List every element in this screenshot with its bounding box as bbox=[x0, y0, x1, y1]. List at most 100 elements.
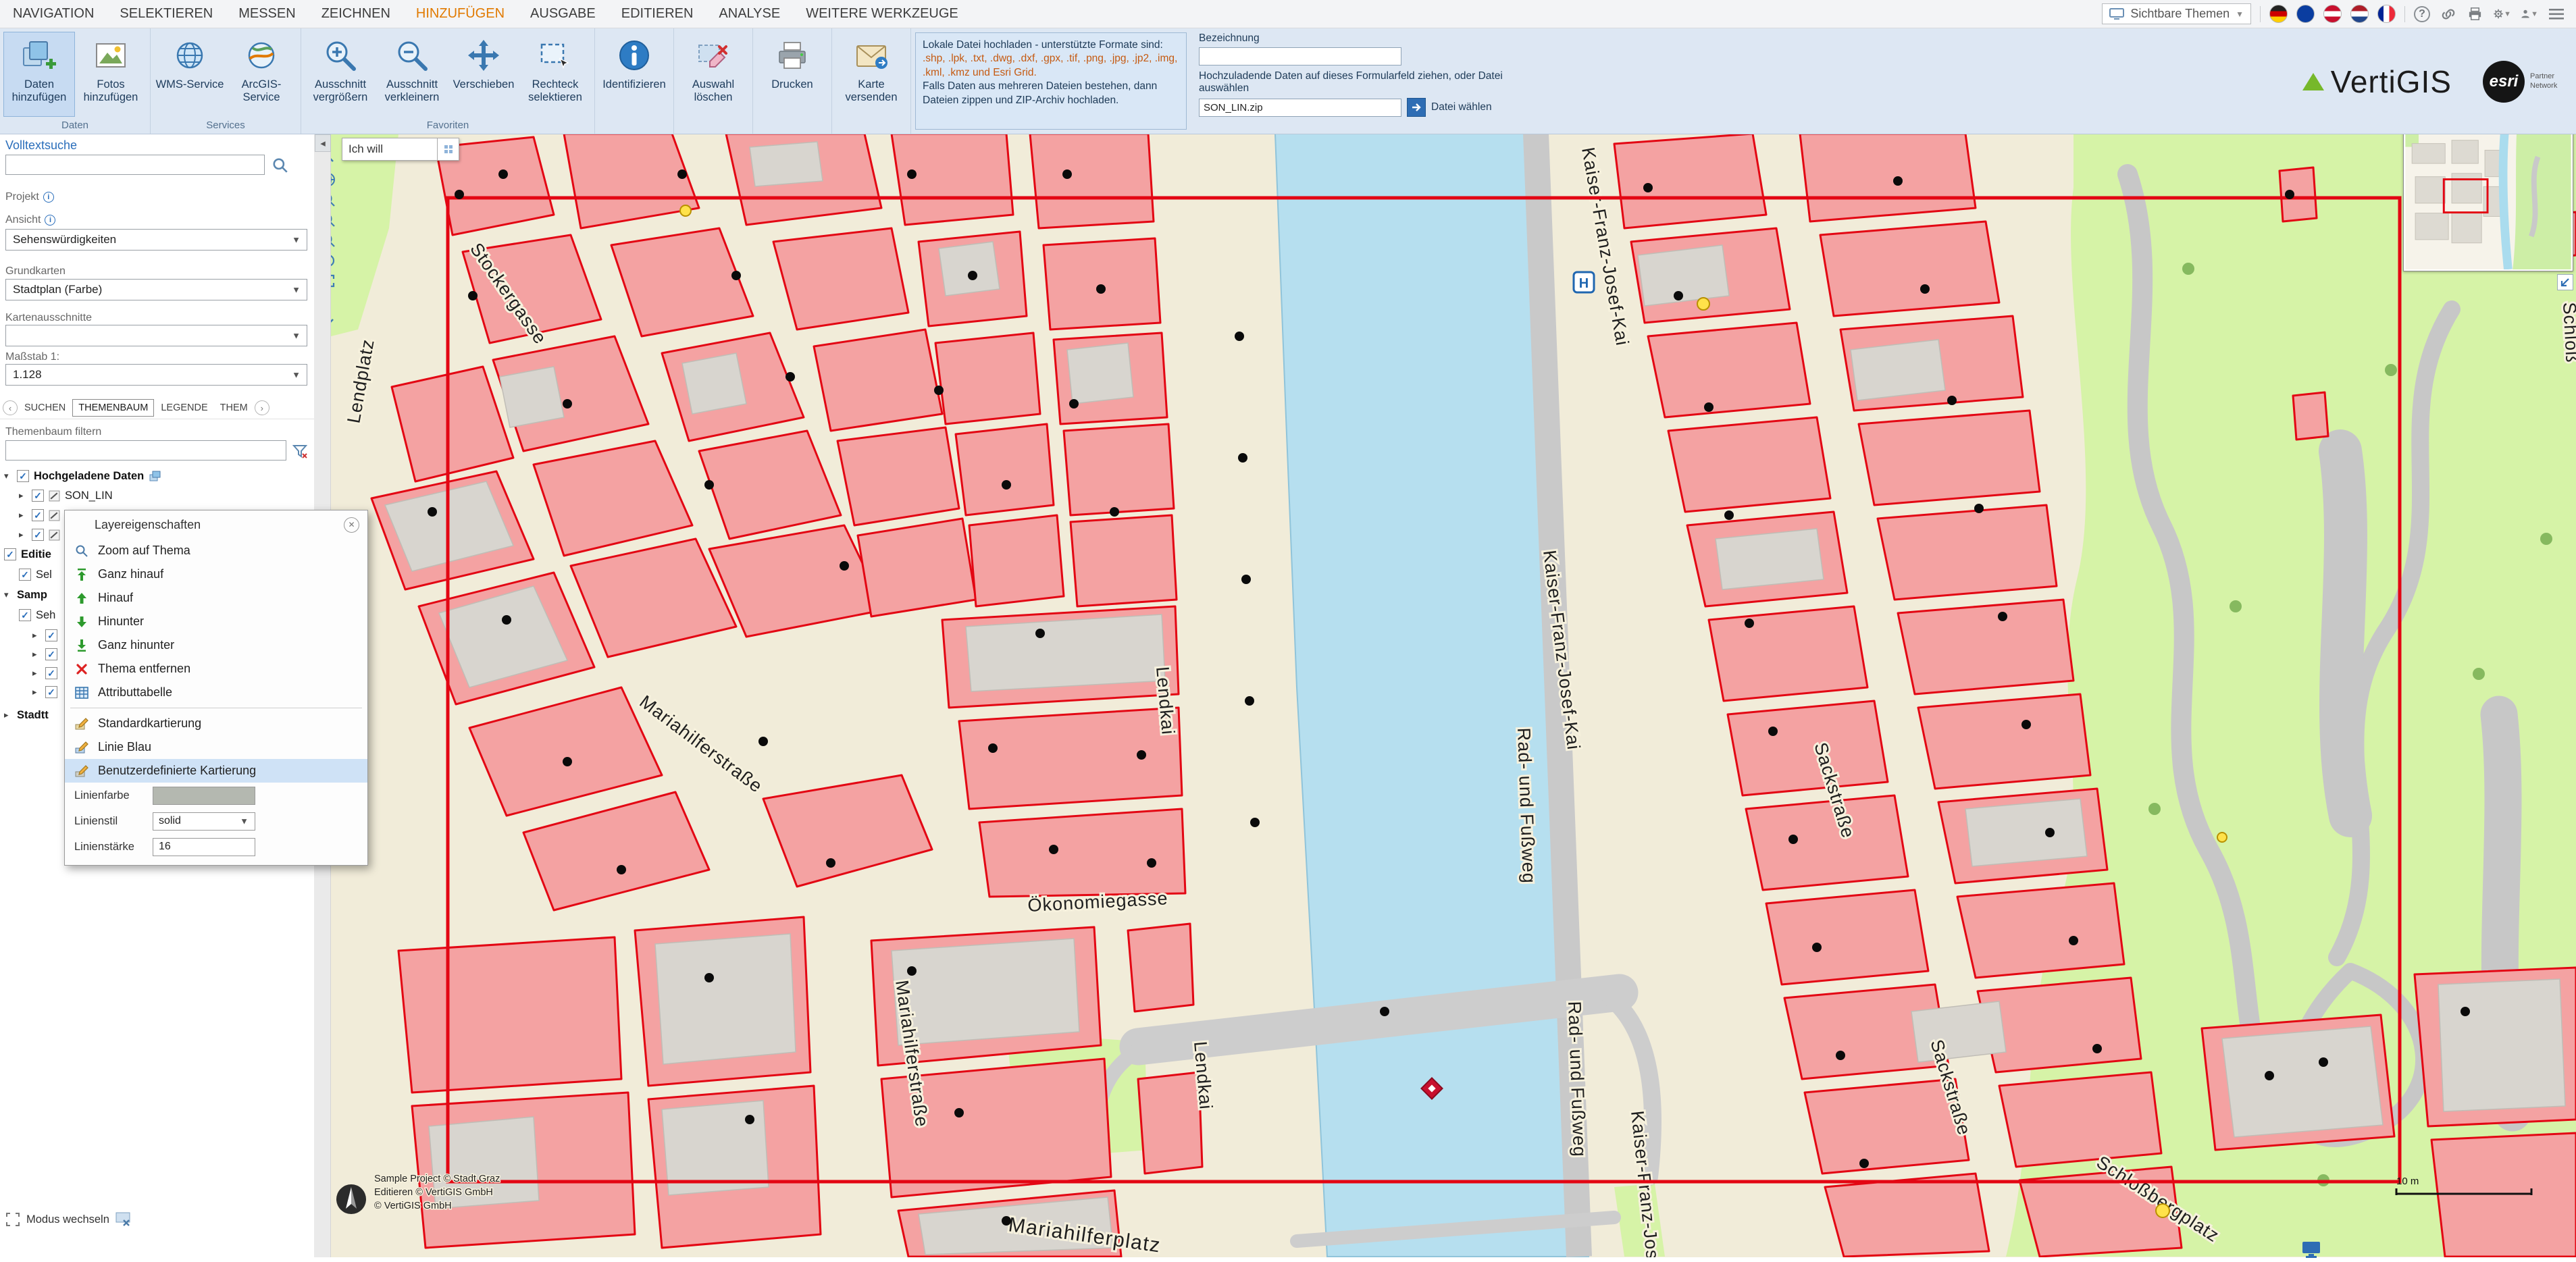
tree-caret-icon[interactable]: ▸ bbox=[19, 490, 27, 501]
tree-item[interactable]: ▸ ✓ bbox=[19, 506, 65, 524]
tree-item[interactable]: ▸ ✓ bbox=[32, 627, 62, 644]
menu-item-hinauf[interactable]: Hinauf bbox=[65, 586, 367, 610]
menu-tab-hinzufuegen[interactable]: HINZUFÜGEN bbox=[403, 6, 517, 22]
tree-item[interactable]: ✓ Seh bbox=[19, 606, 55, 624]
add-data-button[interactable]: Daten hinzufügen bbox=[3, 32, 75, 117]
tab-suchen[interactable]: SUCHEN bbox=[19, 400, 71, 416]
upload-file-button[interactable] bbox=[1407, 98, 1426, 117]
tree-item-son-lin[interactable]: ▸ ✓ SON_LIN bbox=[19, 487, 113, 504]
info-icon[interactable]: i bbox=[43, 192, 54, 203]
tree-caret-icon[interactable]: ▾ bbox=[4, 471, 12, 481]
menu-item-zoom-auf-thema[interactable]: Zoom auf Thema bbox=[65, 539, 367, 562]
menu-tab-zeichnen[interactable]: ZEICHNEN bbox=[309, 6, 403, 22]
tree-caret-icon[interactable]: ▾ bbox=[4, 589, 12, 600]
file-name-input[interactable] bbox=[1199, 99, 1401, 117]
zoom-in-extent-button[interactable]: Ausschnitt vergrößern bbox=[305, 32, 376, 117]
tree-item-hochgeladene-daten[interactable]: ▾ ✓ Hochgeladene Daten bbox=[4, 467, 162, 485]
info-icon[interactable]: i bbox=[45, 215, 55, 226]
menu-item-standardkartierung[interactable]: Standardkartierung bbox=[65, 712, 367, 735]
tree-item-editieren[interactable]: ✓ Editie bbox=[4, 546, 51, 563]
line-color-swatch[interactable] bbox=[153, 787, 255, 805]
sidebar-collapse-button[interactable]: ◂ bbox=[315, 134, 331, 152]
tab-scroll-left-button[interactable]: ‹ bbox=[3, 400, 18, 415]
tree-caret-icon[interactable]: ▸ bbox=[32, 668, 41, 679]
print-icon[interactable] bbox=[2466, 5, 2484, 23]
themenbaum-filter-input[interactable] bbox=[5, 440, 286, 461]
tree-caret-icon[interactable]: ▸ bbox=[19, 529, 27, 540]
tree-item[interactable]: ✓ Sel bbox=[19, 566, 52, 583]
ich-will-menu-button[interactable] bbox=[438, 138, 459, 161]
tree-item[interactable]: ▸ ✓ bbox=[32, 646, 62, 663]
menu-item-hinunter[interactable]: Hinunter bbox=[65, 610, 367, 633]
menu-tab-messen[interactable]: MESSEN bbox=[226, 6, 308, 22]
tree-caret-icon[interactable]: ▸ bbox=[19, 510, 27, 521]
menu-tab-weitere-werkzeuge[interactable]: WEITERE WERKZEUGE bbox=[793, 6, 971, 22]
checkbox-checked[interactable]: ✓ bbox=[19, 609, 31, 621]
tab-themenbaum[interactable]: THEMENBAUM bbox=[72, 399, 154, 417]
bezeichnung-input[interactable] bbox=[1199, 47, 1401, 65]
checkbox-checked[interactable]: ✓ bbox=[45, 686, 57, 698]
menu-tab-navigation[interactable]: NAVIGATION bbox=[0, 6, 107, 22]
help-icon[interactable]: ? bbox=[2414, 6, 2430, 22]
menu-tab-editieren[interactable]: EDITIEREN bbox=[609, 6, 706, 22]
overview-toggle-button[interactable] bbox=[2557, 274, 2573, 290]
checkbox-checked[interactable]: ✓ bbox=[45, 648, 57, 660]
checkbox-checked[interactable]: ✓ bbox=[32, 490, 44, 502]
tree-caret-icon[interactable]: ▸ bbox=[4, 710, 12, 720]
arcgis-service-button[interactable]: ArcGIS-Service bbox=[226, 32, 297, 117]
hamburger-menu-icon[interactable] bbox=[2547, 5, 2565, 23]
clear-selection-button[interactable]: Auswahl löschen bbox=[677, 32, 749, 130]
menu-item-linie-blau[interactable]: Linie Blau bbox=[65, 735, 367, 759]
checkbox-checked[interactable]: ✓ bbox=[32, 529, 44, 541]
kartenausschnitte-select[interactable]: ▼ bbox=[5, 325, 307, 346]
zoom-out-extent-button[interactable]: Ausschnitt verkleinern bbox=[376, 32, 448, 117]
flag-austria-icon[interactable] bbox=[2323, 5, 2342, 23]
ansicht-select[interactable]: Sehenswürdigkeiten▼ bbox=[5, 229, 307, 251]
print-map-button[interactable]: Drucken bbox=[756, 32, 828, 130]
ich-will-input[interactable]: Ich will bbox=[342, 138, 438, 161]
menu-tab-selektieren[interactable]: SELEKTIEREN bbox=[107, 6, 226, 22]
add-photos-button[interactable]: Fotos hinzufügen bbox=[75, 32, 147, 117]
flag-netherlands-icon[interactable] bbox=[2350, 5, 2369, 23]
menu-tab-ausgabe[interactable]: AUSGABE bbox=[517, 6, 609, 22]
map-canvas[interactable]: Lendplatz Stockergasse Mariahilferstraße… bbox=[331, 134, 2576, 1257]
search-icon[interactable] bbox=[272, 157, 289, 174]
fulltext-search-link[interactable]: Volltextsuche bbox=[5, 138, 77, 153]
menu-item-ganz-hinauf[interactable]: Ganz hinauf bbox=[65, 562, 367, 586]
tree-caret-icon[interactable]: ▸ bbox=[32, 630, 41, 641]
flag-france-icon[interactable] bbox=[2377, 5, 2396, 23]
checkbox-checked[interactable]: ✓ bbox=[17, 470, 29, 482]
flag-eu-icon[interactable] bbox=[2296, 5, 2315, 23]
grundkarten-select[interactable]: Stadtplan (Farbe)▼ bbox=[5, 279, 307, 300]
settings-gear-icon[interactable]: ▼ bbox=[2493, 5, 2511, 23]
tab-scroll-right-button[interactable]: › bbox=[255, 400, 269, 415]
link-icon[interactable] bbox=[2439, 5, 2457, 23]
identify-button[interactable]: Identifizieren bbox=[598, 32, 670, 130]
tab-them[interactable]: THEM bbox=[215, 400, 253, 416]
send-map-button[interactable]: Karte versenden bbox=[835, 32, 907, 130]
checkbox-checked[interactable]: ✓ bbox=[45, 629, 57, 641]
choose-file-button[interactable]: Datei wählen bbox=[1431, 101, 1492, 113]
menu-item-attributtabelle[interactable]: Attributtabelle bbox=[65, 681, 367, 704]
map-viewport[interactable]: Lendplatz Stockergasse Mariahilferstraße… bbox=[331, 134, 2576, 1257]
filter-clear-icon[interactable] bbox=[292, 443, 308, 459]
checkbox-checked[interactable]: ✓ bbox=[19, 569, 31, 581]
tree-item[interactable]: ▸ ✓ bbox=[32, 683, 62, 701]
tree-item-sample[interactable]: ▾ Samp bbox=[4, 586, 47, 604]
checkbox-checked[interactable]: ✓ bbox=[32, 509, 44, 521]
line-width-input[interactable] bbox=[153, 838, 255, 856]
tree-item[interactable]: ▸ ✓ bbox=[32, 664, 62, 682]
checkbox-checked[interactable]: ✓ bbox=[4, 548, 16, 560]
menu-item-thema-entfernen[interactable]: Thema entfernen bbox=[65, 657, 367, 681]
line-style-select[interactable]: solid ▼ bbox=[153, 812, 255, 831]
flag-german-icon[interactable] bbox=[2269, 5, 2288, 23]
wms-service-button[interactable]: WMS-Service bbox=[154, 32, 226, 117]
rectangle-select-button[interactable]: Rechteck selektieren bbox=[519, 32, 591, 117]
mode-switch-button[interactable]: Modus wechseln bbox=[5, 1212, 130, 1227]
menu-item-ganz-hinunter[interactable]: Ganz hinunter bbox=[65, 633, 367, 657]
screen-share-icon[interactable] bbox=[2301, 1240, 2321, 1262]
tree-caret-icon[interactable]: ▸ bbox=[32, 687, 41, 698]
tree-item-stadtteile[interactable]: ▸ Stadtt bbox=[4, 706, 49, 724]
tab-legende[interactable]: LEGENDE bbox=[155, 400, 213, 416]
menu-item-benutzerdefinierte-kartierung[interactable]: Benutzerdefinierte Kartierung bbox=[65, 759, 367, 783]
